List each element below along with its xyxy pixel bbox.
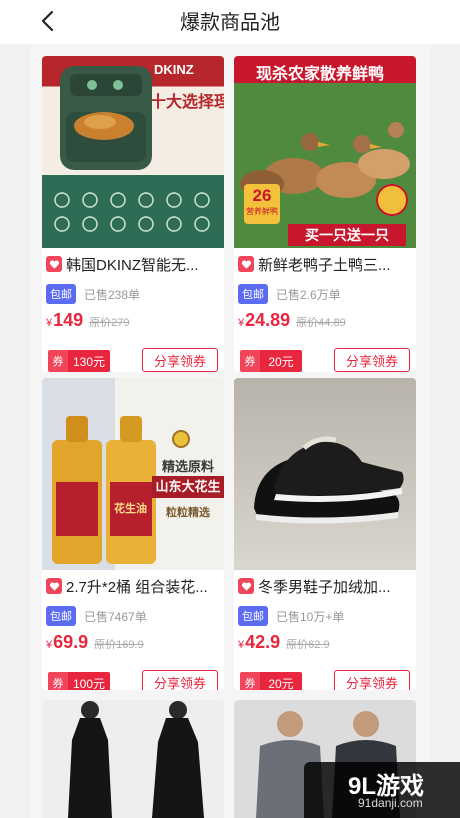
product-card[interactable] [42,700,224,818]
product-title-row: 冬季男鞋子加绒加... [238,575,414,597]
site-watermark: 9L游戏 91danji.com [304,762,460,818]
heart-icon [46,256,62,272]
product-title-row: 2.7升*2桶 组合装花... [46,575,222,597]
coupon-amount: 20元 [260,672,302,690]
product-title: 2.7升*2桶 组合装花... [66,578,208,596]
watermark-url: 91danji.com [358,796,423,810]
shoes-illustration [254,436,404,524]
price-row: ¥ 149 原价279 [46,310,130,336]
product-image [42,700,224,818]
original-price: 原价279 [89,317,130,329]
share-coupon-button[interactable]: 分享领券 [334,348,410,372]
product-title: 韩国DKINZ智能无... [66,256,199,274]
product-title-row: 韩国DKINZ智能无... [46,253,222,275]
dresses-illustration [68,701,204,818]
heart-icon [238,256,254,272]
heart-icon [46,578,62,594]
image-caption: 现杀农家散养鲜鸭 [256,66,385,83]
sold-count: 已售10万+单 [276,609,345,624]
image-caption-2: 山东大花生 [152,476,224,498]
coupon-amount: 100元 [68,672,110,690]
product-image: DKINZ 十大选择理由 [42,56,224,248]
app-header: 爆款商品池 [0,0,460,44]
badge-number: 26 [252,186,272,205]
coupon-label: 券 [48,672,68,690]
product-image: 现杀农家散养鲜鸭 26 营养鲜鸭 买一只送一只 [234,56,416,248]
currency-symbol: ¥ [238,317,245,329]
share-coupon-button[interactable]: 分享领券 [334,670,410,690]
heart-icon [238,578,254,594]
bottle-label: 花生油 [114,503,147,515]
product-title: 新鲜老鸭子土鸭三... [258,256,391,274]
feature-icons [54,192,210,232]
price-row: ¥ 69.9 原价169.9 [46,632,144,658]
product-image: 花生油 精选原料 山东大花生 粒粒精选 [42,378,224,570]
product-meta: 包邮 已售10万+单 [238,606,344,626]
product-card[interactable]: DKINZ 十大选择理由 韩国DKINZ智能无... 包邮 已售238单 ¥ 1… [42,56,224,372]
share-coupon-button[interactable]: 分享领券 [142,348,218,372]
product-image [234,378,416,570]
coupon-badge: 券 130元 [48,350,110,372]
badge-subtitle: 营养鲜鸭 [246,207,278,216]
product-title-row: 新鲜老鸭子土鸭三... [238,253,414,275]
original-price: 原价44.89 [296,317,346,329]
product-card[interactable]: 花生油 精选原料 山东大花生 粒粒精选 2.7升*2桶 组合装花... 包邮 已… [42,378,224,690]
image-caption-3: 粒粒精选 [166,507,210,519]
page-title: 爆款商品池 [180,12,280,34]
price-row: ¥ 42.9 原价62.9 [238,632,330,658]
free-shipping-badge: 包邮 [46,606,76,626]
price: 24.89 [245,310,291,330]
clock-icon [172,430,190,448]
sold-count: 已售2.6万单 [276,287,341,302]
air-fryer-illustration [60,66,152,170]
product-meta: 包邮 已售238单 [46,284,140,304]
coupon-badge: 券 20元 [240,350,302,372]
product-title: 冬季男鞋子加绒加... [258,578,391,596]
product-card[interactable]: 现杀农家散养鲜鸭 26 营养鲜鸭 买一只送一只 新鲜老鸭子土鸭三... 包邮 已… [234,56,416,372]
price: 149 [53,310,84,330]
coupon-badge: 券 100元 [48,672,110,690]
original-price: 原价169.9 [94,639,144,651]
coupon-label: 券 [48,350,68,372]
price-row: ¥ 24.89 原价44.89 [238,310,346,336]
coupon-amount: 130元 [68,350,110,372]
image-caption-1: 精选原料 [162,459,215,474]
share-coupon-button[interactable]: 分享领券 [142,670,218,690]
seal-icon [376,184,408,216]
currency-symbol: ¥ [238,639,245,651]
free-shipping-badge: 包邮 [238,284,268,304]
price: 69.9 [53,632,89,652]
coupon-amount: 20元 [260,350,302,372]
coupon-badge: 券 20元 [240,672,302,690]
free-shipping-badge: 包邮 [46,284,76,304]
coupon-label: 券 [240,350,260,372]
oil-bottles-illustration [52,416,156,564]
currency-symbol: ¥ [46,639,53,651]
price: 42.9 [245,632,281,652]
sold-count: 已售7467单 [84,609,147,624]
free-shipping-badge: 包邮 [238,606,268,626]
product-meta: 包邮 已售2.6万单 [238,284,341,304]
promo-ribbon: 买一只送一只 [288,224,406,246]
price-badge: 26 营养鲜鸭 [244,184,280,224]
product-meta: 包邮 已售7467单 [46,606,147,626]
product-card[interactable]: 冬季男鞋子加绒加... 包邮 已售10万+单 ¥ 42.9 原价62.9 券 2… [234,378,416,690]
sold-count: 已售238单 [84,287,141,302]
currency-symbol: ¥ [46,317,53,329]
original-price: 原价62.9 [286,639,330,651]
coupon-label: 券 [240,672,260,690]
